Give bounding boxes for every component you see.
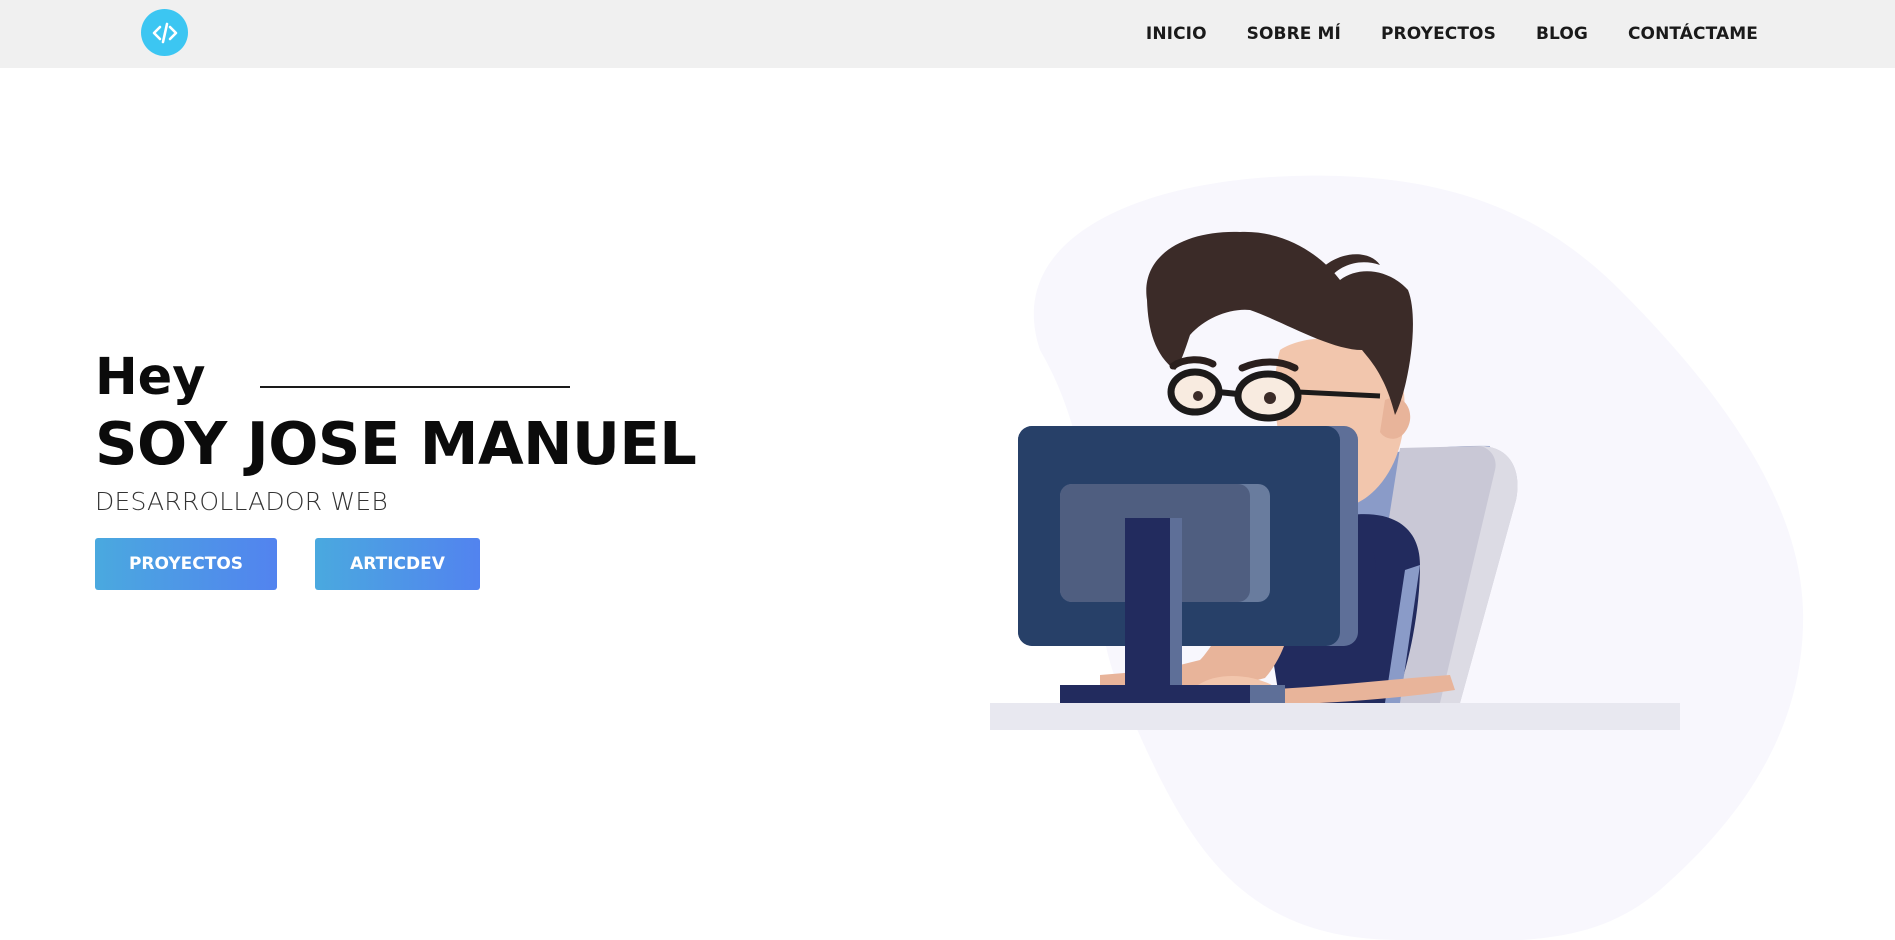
monitor-stand-edge xyxy=(1170,518,1182,698)
developer-illustration xyxy=(990,175,1804,940)
code-brackets-icon xyxy=(152,22,177,43)
nav-link-blog[interactable]: BLOG xyxy=(1536,24,1588,44)
nav-menu: INICIO SOBRE MÍ PROYECTOS BLOG CONTÁCTAM… xyxy=(1146,0,1758,68)
monitor-stand xyxy=(1125,518,1170,698)
hero-buttons: PROYECTOS ARTICDEV xyxy=(95,538,696,590)
articdev-button[interactable]: ARTICDEV xyxy=(315,538,480,590)
glasses-bridge xyxy=(1217,389,1239,397)
greeting-text: Hey xyxy=(95,348,206,407)
nav-link-contactame[interactable]: CONTÁCTAME xyxy=(1628,24,1758,44)
hero-name: SOY JOSE MANUEL xyxy=(95,409,697,478)
nav-link-sobre-mi[interactable]: SOBRE MÍ xyxy=(1247,24,1341,44)
desk xyxy=(990,703,1680,730)
nav-link-proyectos[interactable]: PROYECTOS xyxy=(1381,24,1496,44)
logo[interactable] xyxy=(141,9,188,56)
nav-link-inicio[interactable]: INICIO xyxy=(1146,24,1207,44)
greeting-row: Hey xyxy=(95,345,696,411)
greeting-divider xyxy=(259,386,570,388)
navbar: INICIO SOBRE MÍ PROYECTOS BLOG CONTÁCTAM… xyxy=(0,0,1895,68)
projects-button[interactable]: PROYECTOS xyxy=(95,538,277,590)
right-eye xyxy=(1264,392,1276,404)
hero-intro: Hey SOY JOSE MANUEL DESARROLLADOR WEB PR… xyxy=(95,345,697,590)
keyboard xyxy=(1250,685,1285,703)
monitor-base xyxy=(1060,685,1250,703)
hero-role: DESARROLLADOR WEB xyxy=(95,487,388,516)
left-eye xyxy=(1193,391,1203,401)
